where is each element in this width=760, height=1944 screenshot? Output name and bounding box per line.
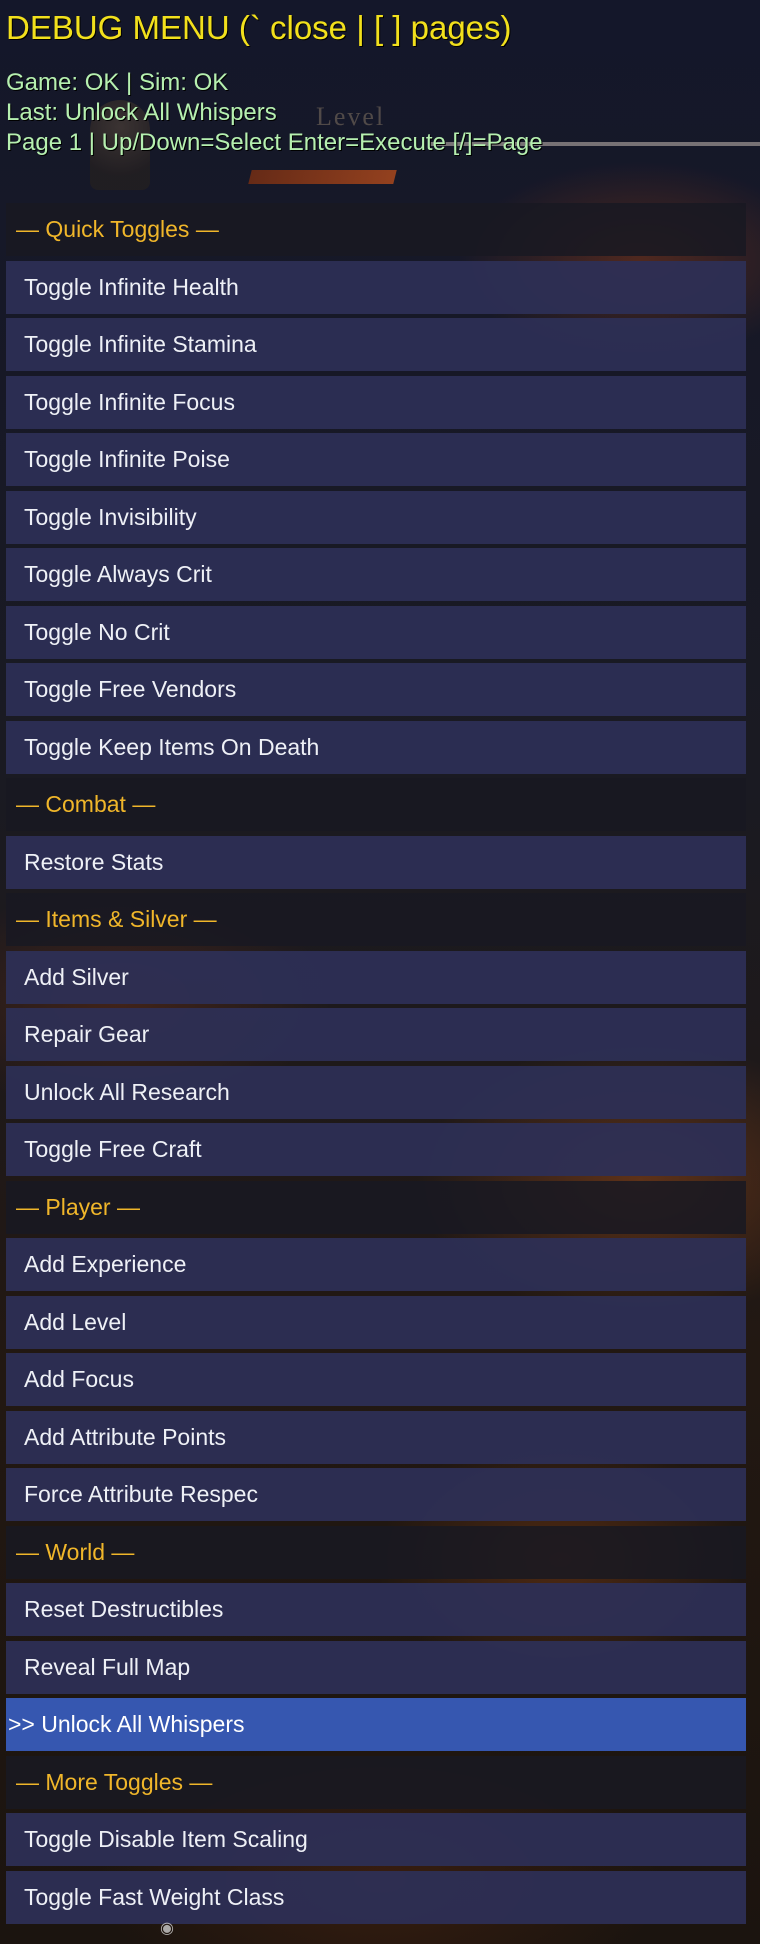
eye-icon: ◉ — [160, 1920, 174, 1937]
menu-item-add-attribute-points[interactable]: Add Attribute Points — [6, 1410, 746, 1464]
status-line: Game: OK | Sim: OK — [6, 69, 229, 96]
menu-item-add-level[interactable]: Add Level — [6, 1295, 746, 1349]
menu-item-reveal-full-map[interactable]: Reveal Full Map — [6, 1640, 746, 1694]
debug-menu-title: DEBUG MENU (` close | [ ] pages) — [6, 9, 512, 46]
menu-item-force-attribute-respec[interactable]: Force Attribute Respec — [6, 1468, 746, 1521]
menu-item-reset-destructibles[interactable]: Reset Destructibles — [6, 1583, 746, 1636]
menu-item-repair-gear[interactable]: Repair Gear — [6, 1008, 746, 1061]
menu-item-free-craft[interactable]: Toggle Free Craft — [6, 1123, 746, 1176]
menu-item-infinite-focus[interactable]: Toggle Infinite Focus — [6, 375, 746, 429]
page-help-line: Page 1 | Up/Down=Select Enter=Execute [/… — [6, 129, 543, 156]
menu-item-add-silver[interactable]: Add Silver — [6, 950, 746, 1004]
menu-item-keep-items-on-death[interactable]: Toggle Keep Items On Death — [6, 720, 746, 774]
menu-item-unlock-all-research[interactable]: Unlock All Research — [6, 1065, 746, 1119]
menu-item-free-vendors[interactable]: Toggle Free Vendors — [6, 663, 746, 716]
debug-header: DEBUG MENU (` close | [ ] pages) Game: O… — [6, 6, 754, 158]
section-more-toggles: — More Toggles — — [6, 1755, 746, 1809]
menu-item-restore-stats[interactable]: Restore Stats — [6, 835, 746, 889]
background-level-bar — [248, 170, 397, 184]
last-action-line: Last: Unlock All Whispers — [6, 99, 277, 126]
section-world: — World — — [6, 1525, 746, 1579]
menu-item-fast-weight-class[interactable]: Toggle Fast Weight Class — [6, 1870, 746, 1924]
section-quick-toggles: — Quick Toggles — — [6, 203, 746, 256]
menu-item-invisibility[interactable]: Toggle Invisibility — [6, 490, 746, 544]
menu-item-add-experience[interactable]: Add Experience — [6, 1238, 746, 1291]
menu-item-infinite-health[interactable]: Toggle Infinite Health — [6, 260, 746, 314]
debug-menu-list: — Quick Toggles — Toggle Infinite Health… — [6, 203, 746, 1928]
menu-item-always-crit[interactable]: Toggle Always Crit — [6, 548, 746, 601]
menu-item-disable-item-scaling[interactable]: Toggle Disable Item Scaling — [6, 1813, 746, 1866]
menu-item-infinite-stamina[interactable]: Toggle Infinite Stamina — [6, 318, 746, 371]
menu-item-add-focus[interactable]: Add Focus — [6, 1353, 746, 1406]
section-combat: — Combat — — [6, 778, 746, 831]
section-items-silver: — Items & Silver — — [6, 893, 746, 946]
section-player: — Player — — [6, 1180, 746, 1234]
menu-item-no-crit[interactable]: Toggle No Crit — [6, 605, 746, 659]
menu-item-infinite-poise[interactable]: Toggle Infinite Poise — [6, 433, 746, 486]
menu-item-unlock-all-whispers[interactable]: >> Unlock All Whispers — [6, 1698, 746, 1751]
